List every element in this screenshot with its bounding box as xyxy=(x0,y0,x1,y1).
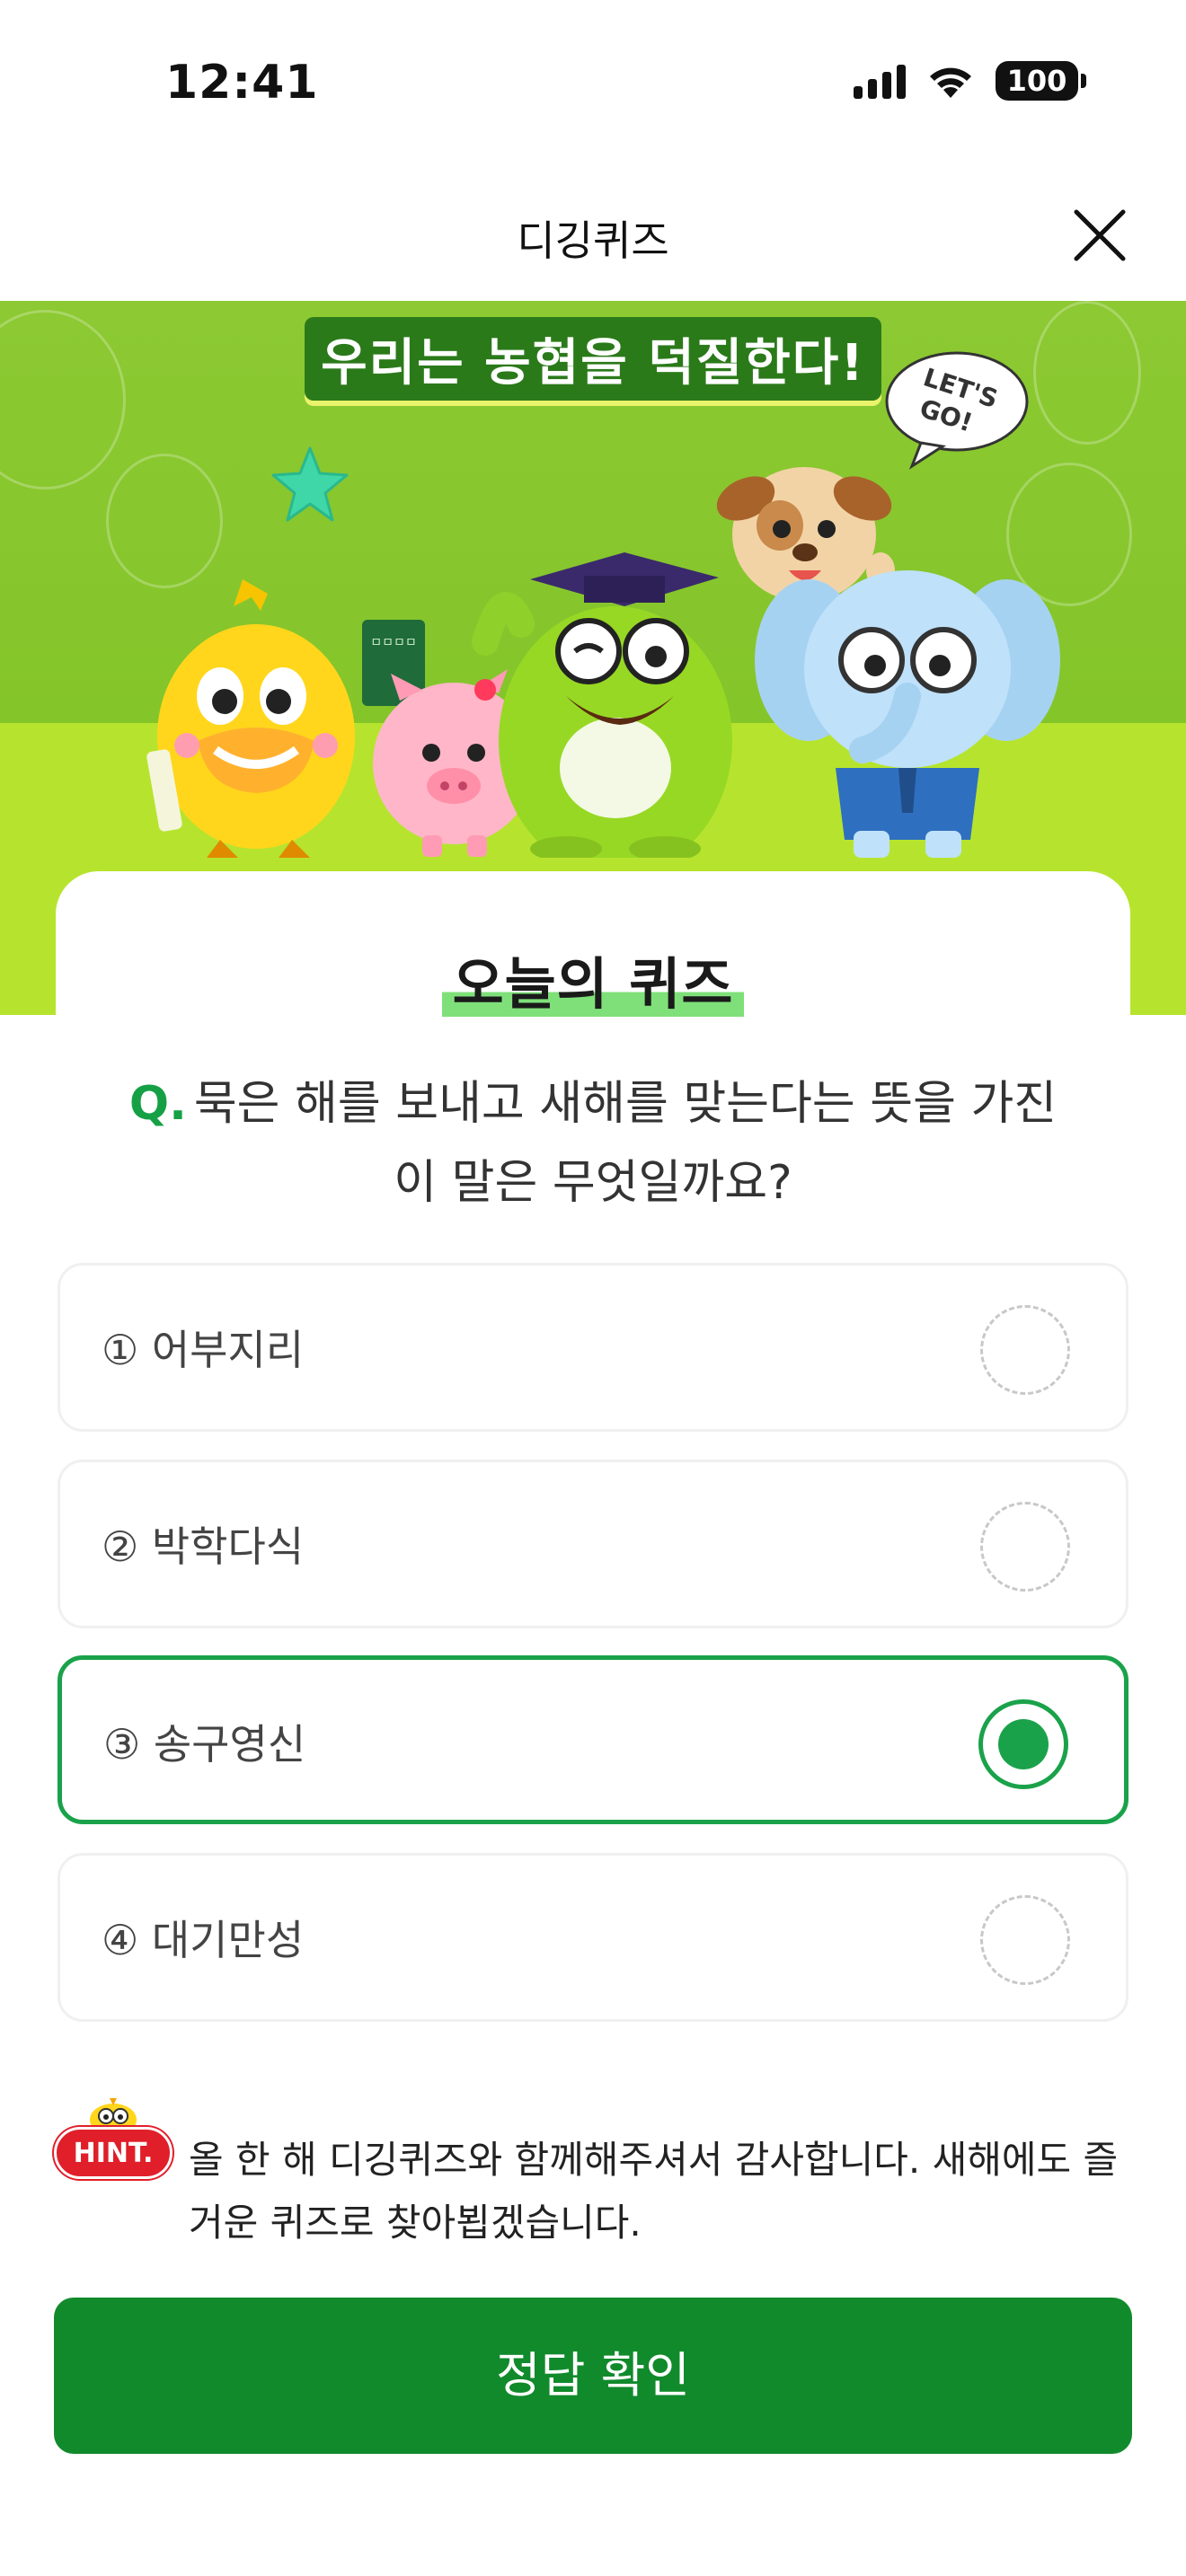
hint-badge: HINT. xyxy=(54,2127,173,2179)
answer-option-2[interactable]: ② 박학다식 xyxy=(58,1460,1128,1628)
confirm-answer-button[interactable]: 정답 확인 xyxy=(54,2298,1132,2454)
elephant-character xyxy=(755,570,1060,858)
quiz-question: Q. 묵은 해를 보내고 새해를 맞는다는 뜻을 가진 이 말은 무엇일까요? xyxy=(72,1064,1114,1222)
svg-text:ㅁㅁㅁㅁ: ㅁㅁㅁㅁ xyxy=(370,636,417,650)
status-bar: 12:41 100 xyxy=(0,0,1186,171)
quiz-heading: 오늘의 퀴즈 xyxy=(0,939,1186,1019)
nav-header: 디깅퀴즈 xyxy=(0,171,1186,301)
close-button[interactable] xyxy=(1071,207,1128,264)
question-marker: Q. xyxy=(128,1077,187,1131)
green-mascot-character xyxy=(472,552,732,858)
answer-option-3[interactable]: ③ 송구영신 xyxy=(58,1655,1128,1824)
answer-option-1[interactable]: ① 어부지리 xyxy=(58,1263,1128,1432)
yellow-bird-character xyxy=(146,579,355,858)
question-line-1: 묵은 해를 보내고 새해를 맞는다는 뜻을 가진 xyxy=(193,1077,1058,1131)
option-label: ① 어부지리 xyxy=(102,1326,305,1374)
cellular-signal-icon xyxy=(854,63,906,99)
option-label: ④ 대기만성 xyxy=(102,1916,305,1964)
option-label: ② 박학다식 xyxy=(102,1522,305,1571)
radio-button-selected[interactable] xyxy=(978,1699,1068,1789)
star-icon xyxy=(271,446,349,522)
status-time: 12:41 xyxy=(165,56,319,110)
radio-button[interactable] xyxy=(980,1895,1070,1985)
close-icon xyxy=(1074,209,1126,261)
speech-bubble: LET'S GO! xyxy=(885,351,1029,470)
answer-option-4[interactable]: ④ 대기만성 xyxy=(58,1853,1128,2022)
wifi-icon xyxy=(925,62,976,100)
option-label: ③ 송구영신 xyxy=(103,1720,306,1769)
question-line-2: 이 말은 무엇일까요? xyxy=(394,1156,792,1210)
balloon-decoration xyxy=(106,454,223,588)
battery-icon: 100 xyxy=(996,61,1086,101)
status-indicators: 100 xyxy=(854,61,1086,101)
radio-button[interactable] xyxy=(980,1305,1070,1395)
hint-text: 올 한 해 디깅퀴즈와 함께해주셔서 감사합니다. 새해에도 즐거운 퀴즈로 찾… xyxy=(189,2138,1119,2245)
radio-button[interactable] xyxy=(980,1502,1070,1592)
page-title: 디깅퀴즈 xyxy=(517,216,669,265)
